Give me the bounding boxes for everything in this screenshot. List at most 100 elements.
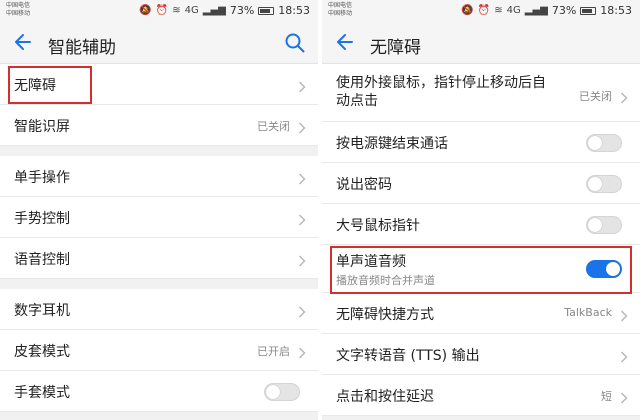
- item-label: 文字转语音 (TTS) 输出: [336, 348, 480, 364]
- settings-item-power-ends-call[interactable]: 按电源键结束通话: [322, 122, 640, 163]
- group-gap: [0, 146, 318, 156]
- item-value: TalkBack: [564, 306, 612, 319]
- settings-item-glove-mode[interactable]: 手套模式: [0, 371, 318, 412]
- item-sublabel: 播放音频时合并声道: [336, 274, 435, 287]
- screen-smart-assist: 中国电信 中国移动 🔕 ⏰ ≋ 4G ▂▄▆ 73% 18:53 智能辅助 无障…: [0, 0, 318, 420]
- item-label: 说出密码: [336, 177, 392, 193]
- carrier-line-1: 中国电信: [328, 2, 353, 9]
- toggle-knob: [588, 177, 602, 191]
- settings-item-accessibility[interactable]: 无障碍: [0, 64, 318, 105]
- item-value: 已关闭: [579, 90, 612, 103]
- chevron-right-icon: [298, 303, 306, 318]
- battery-percent: 73%: [551, 4, 577, 17]
- title-bar: 智能辅助: [0, 22, 318, 64]
- chevron-right-icon: [620, 89, 628, 104]
- item-label: 数字耳机: [14, 303, 70, 319]
- settings-item-large-pointer[interactable]: 大号鼠标指针: [322, 204, 640, 245]
- status-icons: 🔕 ⏰ ≋ 4G ▂▄▆ 73% 18:53: [461, 4, 632, 17]
- alarm-icon: ⏰: [477, 5, 491, 16]
- settings-item-mono-audio[interactable]: 单声道音频 播放音频时合并声道: [322, 245, 640, 293]
- settings-group-3: 数字耳机 皮套模式 已开启 手套模式: [0, 289, 318, 412]
- item-label: 按电源键结束通话: [336, 136, 448, 152]
- page-title: 智能辅助: [48, 38, 116, 58]
- chevron-right-icon: [620, 307, 628, 322]
- page-title: 无障碍: [370, 38, 421, 58]
- glove-mode-toggle[interactable]: [264, 383, 300, 401]
- chevron-right-icon: [620, 348, 628, 363]
- signal-icon: ▂▄▆: [524, 5, 548, 16]
- network-label: 4G: [184, 5, 199, 16]
- clock: 18:53: [278, 4, 310, 17]
- item-label: 大号鼠标指针: [336, 218, 420, 234]
- battery-icon: [258, 6, 275, 15]
- mono-audio-toggle[interactable]: [586, 260, 622, 278]
- settings-item-tts-output[interactable]: 文字转语音 (TTS) 输出: [322, 334, 640, 375]
- chevron-right-icon: [298, 78, 306, 93]
- settings-item-touch-hold-delay[interactable]: 点击和按住延迟 短: [322, 375, 640, 416]
- item-label: 手套模式: [14, 385, 70, 401]
- carrier-line-2: 中国移动: [6, 10, 31, 17]
- battery-icon: [580, 6, 597, 15]
- settings-item-one-hand[interactable]: 单手操作: [0, 156, 318, 197]
- settings-item-speak-password[interactable]: 说出密码: [322, 163, 640, 204]
- item-label-line-1: 使用外接鼠标，指针停止移动后自: [336, 75, 546, 91]
- speak-password-toggle[interactable]: [586, 175, 622, 193]
- network-label: 4G: [506, 5, 521, 16]
- chevron-right-icon: [298, 344, 306, 359]
- settings-item-cover-mode[interactable]: 皮套模式 已开启: [0, 330, 318, 371]
- chevron-right-icon: [620, 389, 628, 404]
- title-bar: 无障碍: [322, 22, 640, 64]
- group-gap: [0, 279, 318, 289]
- item-label: 单声道音频: [336, 254, 406, 270]
- toggle-knob: [588, 136, 602, 150]
- item-value: 短: [601, 390, 612, 403]
- item-label: 单手操作: [14, 170, 70, 186]
- chevron-right-icon: [298, 170, 306, 185]
- search-icon[interactable]: [284, 32, 306, 54]
- status-bar: 中国电信 中国移动 🔕 ⏰ ≋ 4G ▂▄▆ 73% 18:53: [0, 0, 318, 22]
- large-pointer-toggle[interactable]: [586, 216, 622, 234]
- battery-percent: 73%: [229, 4, 255, 17]
- carrier-line-1: 中国电信: [6, 2, 31, 9]
- settings-item-voice[interactable]: 语音控制: [0, 238, 318, 279]
- chevron-right-icon: [298, 252, 306, 267]
- settings-group-1: 无障碍 智能识屏 已关闭: [0, 64, 318, 146]
- settings-item-gesture[interactable]: 手势控制: [0, 197, 318, 238]
- item-label: 智能识屏: [14, 119, 70, 135]
- settings-item-auto-click[interactable]: 使用外接鼠标，指针停止移动后自 动点击 已关闭: [322, 64, 640, 122]
- item-label: 语音控制: [14, 252, 70, 268]
- screen-accessibility: 中国电信 中国移动 🔕 ⏰ ≋ 4G ▂▄▆ 73% 18:53 无障碍 使用外…: [322, 0, 640, 420]
- settings-item-smart-screen[interactable]: 智能识屏 已关闭: [0, 105, 318, 146]
- item-label: 点击和按住延迟: [336, 389, 434, 405]
- carrier-line-2: 中国移动: [328, 10, 353, 17]
- wifi-icon: ≋: [172, 5, 181, 16]
- power-ends-call-toggle[interactable]: [586, 134, 622, 152]
- chevron-right-icon: [298, 211, 306, 226]
- back-arrow-icon[interactable]: [334, 30, 356, 54]
- item-value: 已关闭: [257, 120, 290, 133]
- status-bar: 中国电信 中国移动 🔕 ⏰ ≋ 4G ▂▄▆ 73% 18:53: [322, 0, 640, 22]
- signal-icon: ▂▄▆: [202, 5, 226, 16]
- screens: 中国电信 中国移动 🔕 ⏰ ≋ 4G ▂▄▆ 73% 18:53 智能辅助 无障…: [0, 0, 640, 420]
- toggle-knob: [266, 385, 280, 399]
- back-arrow-icon[interactable]: [12, 30, 34, 54]
- toggle-knob: [588, 218, 602, 232]
- settings-item-accessibility-shortcut[interactable]: 无障碍快捷方式 TalkBack: [322, 293, 640, 334]
- item-label: 手势控制: [14, 211, 70, 227]
- item-value: 已开启: [257, 345, 290, 358]
- toggle-knob: [606, 262, 620, 276]
- wifi-icon: ≋: [494, 5, 503, 16]
- item-label: 无障碍: [14, 78, 56, 94]
- carrier-info: 中国电信 中国移动: [6, 2, 30, 18]
- settings-group-2: 单手操作 手势控制 语音控制: [0, 156, 318, 279]
- settings-item-digital-earphone[interactable]: 数字耳机: [0, 289, 318, 330]
- clock: 18:53: [600, 4, 632, 17]
- alarm-icon: ⏰: [155, 5, 169, 16]
- chevron-right-icon: [298, 119, 306, 134]
- item-label: 使用外接鼠标，指针停止移动后自 动点击: [336, 74, 546, 110]
- mute-icon: 🔕: [461, 5, 474, 16]
- item-label: 无障碍快捷方式: [336, 307, 434, 323]
- item-label-line-2: 动点击: [336, 93, 378, 109]
- accessibility-list: 使用外接鼠标，指针停止移动后自 动点击 已关闭 按电源键结束通话 说出密码 大号…: [322, 64, 640, 416]
- mute-icon: 🔕: [139, 5, 152, 16]
